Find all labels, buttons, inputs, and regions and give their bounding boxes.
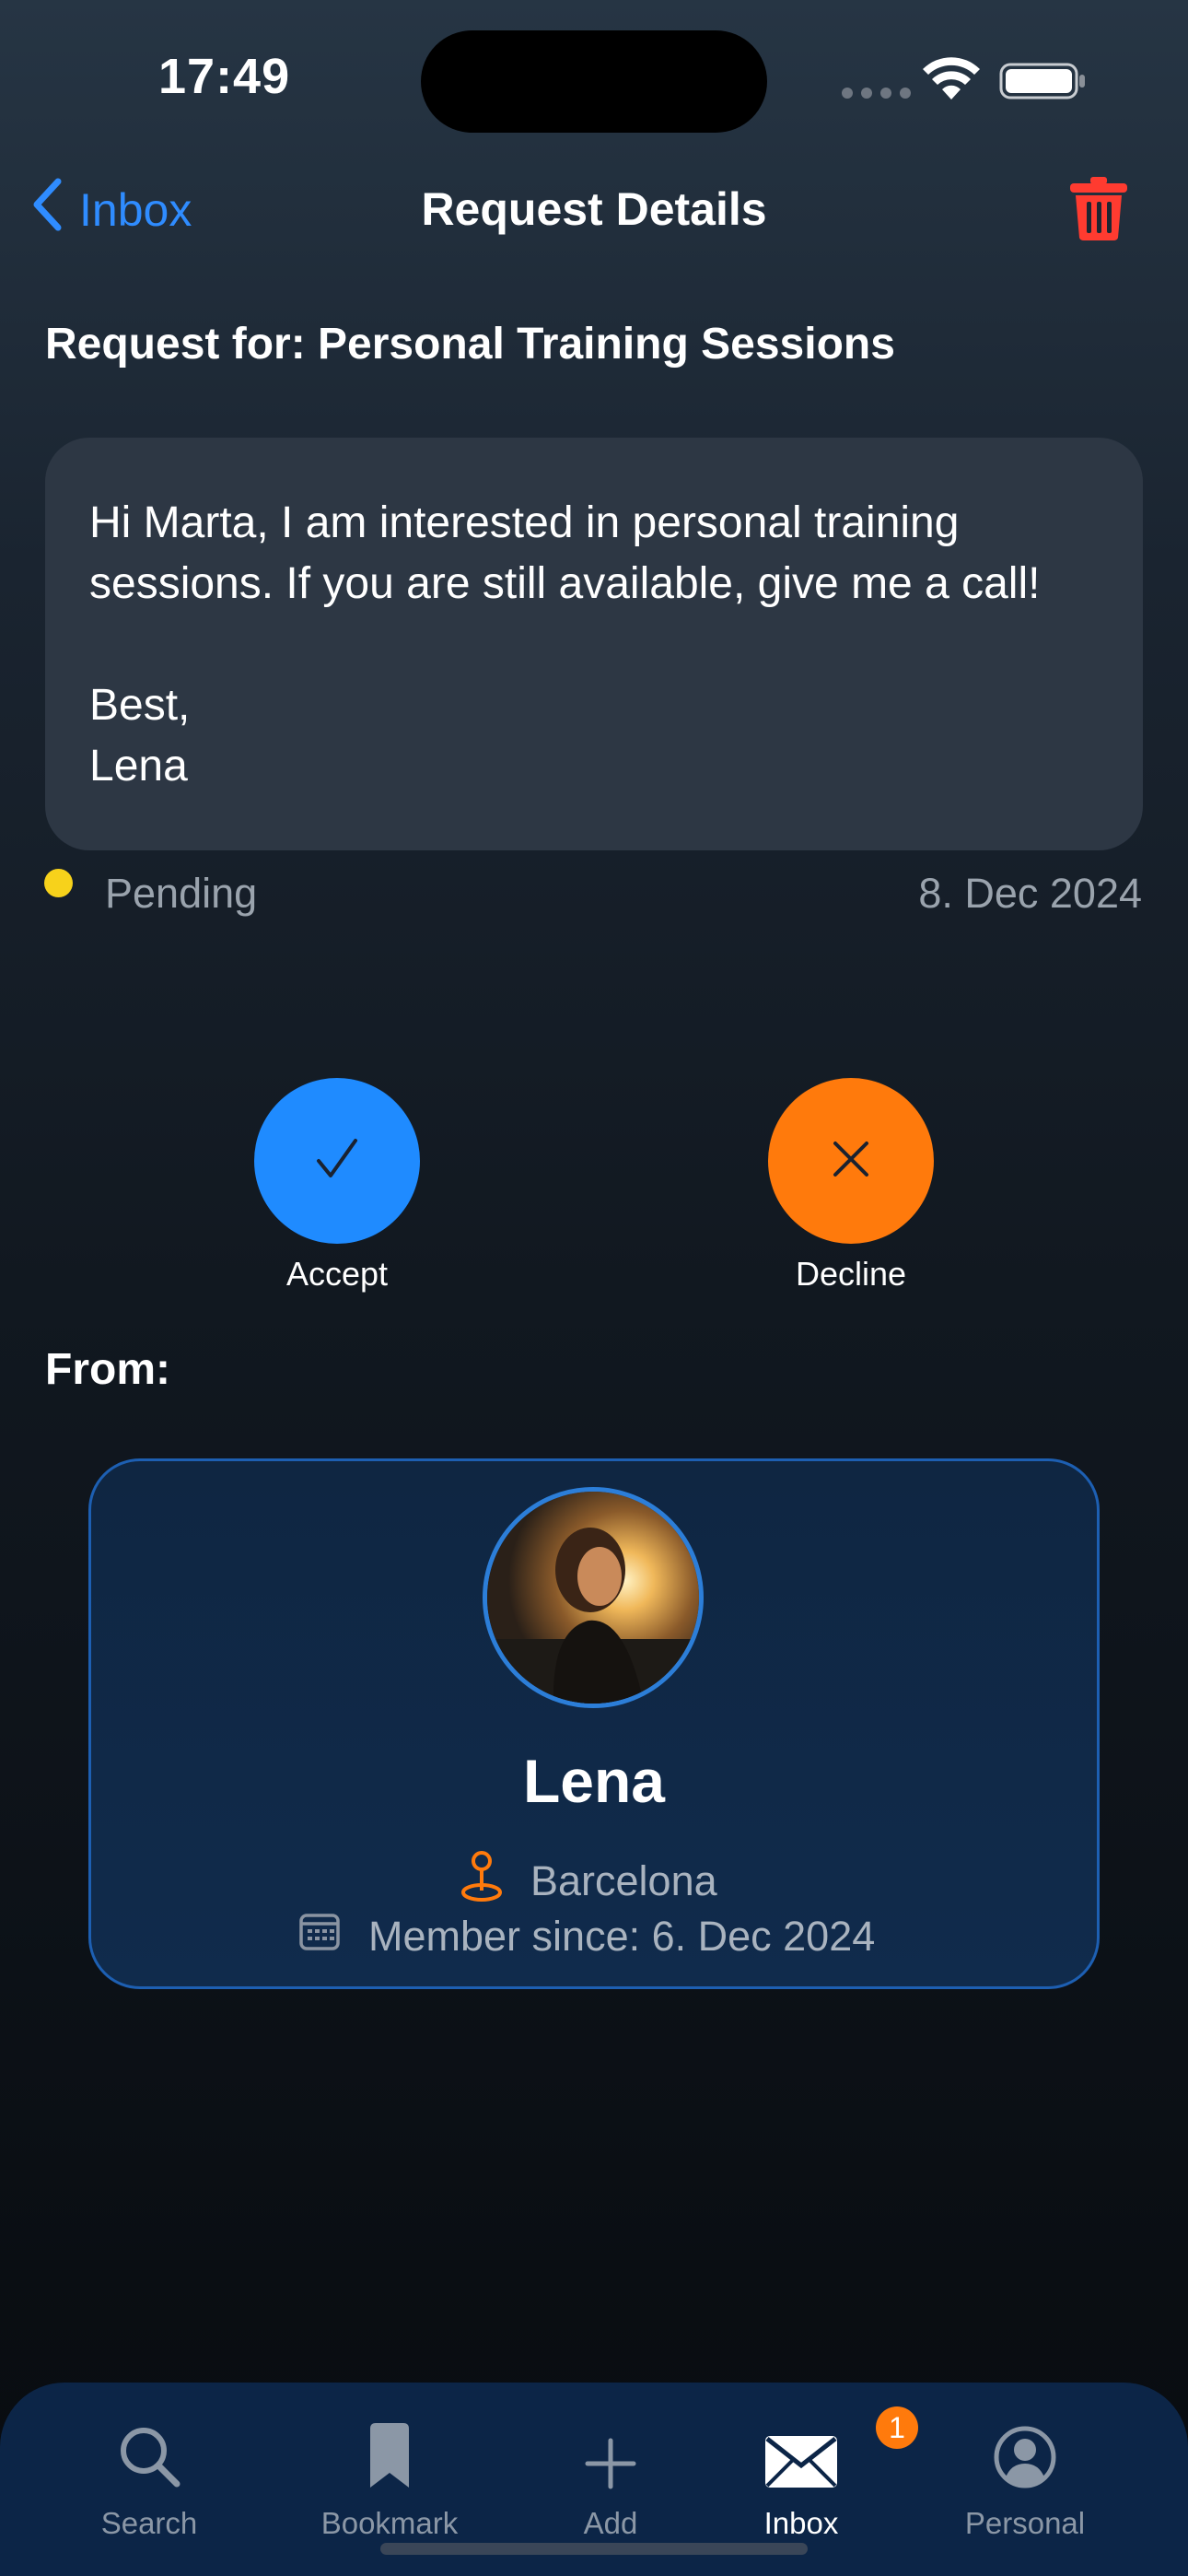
message-card: Hi Marta, I am interested in personal tr… [45,438,1143,850]
checkmark-icon [311,1133,363,1189]
tab-search[interactable]: Search [57,2423,241,2541]
accept-button[interactable] [254,1078,420,1244]
page-title: Request Details [421,183,767,235]
decline-button[interactable] [768,1078,934,1244]
tab-inbox[interactable]: 1 Inbox [709,2406,918,2541]
tab-bookmark[interactable]: Bookmark [297,2423,482,2541]
dynamic-island [421,30,767,133]
location-pin-icon [460,1850,503,1912]
home-indicator [380,2543,808,2555]
request-date: 8. Dec 2024 [918,870,1142,917]
battery-icon [999,63,1087,104]
sender-name: Lena [522,1747,666,1815]
search-icon [116,2423,182,2497]
request-heading: Request for: Personal Training Sessions [45,320,895,369]
plus-icon [585,2438,636,2497]
close-icon [828,1136,874,1187]
status-badge: Pending [105,870,258,917]
cellular-signal-icon [842,88,911,99]
accept-label: Accept [285,1255,389,1293]
avatar [483,1487,704,1708]
wifi-icon [921,57,982,106]
tab-inbox-label: Inbox [763,2506,839,2540]
from-label: From: [45,1345,170,1394]
tab-bookmark-label: Bookmark [320,2506,459,2540]
envelope-icon [763,2434,839,2497]
status-indicator-dot [44,869,73,897]
location-text: Barcelona [530,1856,717,1904]
tab-personal[interactable]: Personal [933,2423,1117,2541]
tab-add[interactable]: Add [518,2423,703,2541]
tab-search-label: Search [100,2506,198,2540]
person-icon [993,2425,1057,2497]
delete-button[interactable] [1068,175,1129,246]
sender-location: Barcelona [460,1850,717,1912]
bookmark-icon [367,2421,413,2497]
trash-icon [1068,177,1129,245]
member-since: Member since: 6. Dec 2024 [298,1912,875,1961]
inbox-badge: 1 [876,2406,918,2449]
member-since-text: Member since: 6. Dec 2024 [368,1912,876,1960]
status-time: 17:49 [158,49,291,104]
tab-personal-label: Personal [964,2506,1086,2540]
message-text: Hi Marta, I am interested in personal tr… [89,498,1041,790]
calendar-icon [298,1912,341,1961]
tab-add-label: Add [583,2506,638,2540]
decline-label: Decline [795,1255,907,1293]
